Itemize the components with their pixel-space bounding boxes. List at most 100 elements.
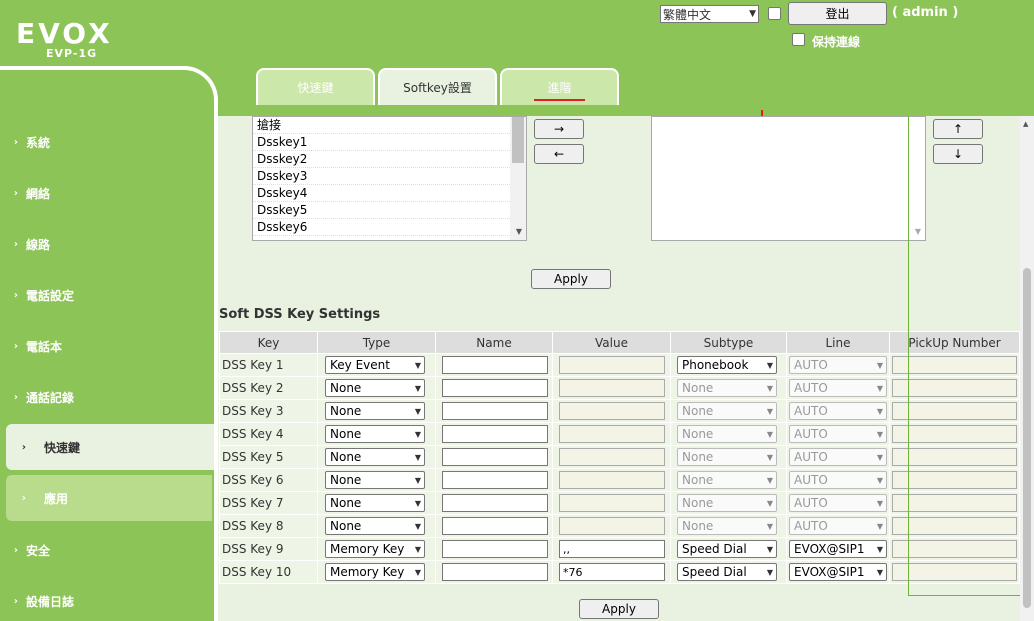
softkey-available-list[interactable]: 搶接 Dsskey1 Dsskey2 Dsskey3 Dsskey4 Dsske… (252, 116, 527, 241)
dss-apply-button[interactable]: Apply (579, 599, 659, 619)
chevron-right-icon: › (13, 340, 18, 352)
name-input[interactable] (442, 425, 548, 443)
sidebar-item-network[interactable]: › 網絡 (0, 170, 214, 216)
sidebar-item-label: 通話記錄 (26, 390, 75, 405)
scrollbar-thumb[interactable] (1023, 268, 1031, 608)
value-input[interactable]: *76 (559, 563, 665, 581)
softkey-apply-button[interactable]: Apply (531, 269, 611, 289)
sidebar-item-device-log[interactable]: › 設備日誌 (0, 578, 214, 621)
subtype-select[interactable]: None ▼ (677, 425, 777, 443)
name-input[interactable] (442, 402, 548, 420)
value-input[interactable] (559, 425, 665, 443)
chevron-down-icon: ▼ (766, 475, 773, 485)
move-left-button[interactable]: ← (534, 144, 584, 164)
name-input[interactable] (442, 356, 548, 374)
type-select[interactable]: None ▼ (325, 448, 425, 466)
name-input[interactable] (442, 517, 548, 535)
move-right-button[interactable]: → (534, 119, 584, 139)
type-select[interactable]: None ▼ (325, 517, 425, 535)
sidebar-item-phone-settings[interactable]: › 電話設定 (0, 272, 214, 318)
list-item[interactable]: Dsskey4 (253, 185, 526, 202)
type-select[interactable]: None ▼ (325, 425, 425, 443)
list-scrollbar[interactable]: ▼ (510, 117, 526, 240)
value-input[interactable] (559, 356, 665, 374)
list-item[interactable]: 搶接 (253, 117, 526, 134)
subtype-select[interactable]: None ▼ (677, 402, 777, 420)
sidebar-item-security[interactable]: › 安全 (0, 527, 214, 573)
value-input[interactable] (559, 448, 665, 466)
sidebar-item-application[interactable]: › 應用 (6, 475, 212, 521)
sidebar-item-call-log[interactable]: › 通話記錄 (0, 374, 214, 420)
line-select[interactable]: AUTO ▼ (789, 448, 887, 466)
value-input[interactable] (559, 517, 665, 535)
list-item[interactable]: Dsskey3 (253, 168, 526, 185)
page-scrollbar[interactable]: ▲ (1020, 116, 1034, 621)
line-select[interactable]: AUTO ▼ (789, 494, 887, 512)
scrollbar-thumb[interactable] (512, 117, 524, 163)
line-select[interactable]: EVOX@SIP1 ▼ (789, 563, 887, 581)
brand-name: EVOX (16, 17, 113, 50)
name-input[interactable] (442, 540, 548, 558)
value-input[interactable] (559, 402, 665, 420)
sidebar-item-label: 線路 (26, 237, 51, 252)
tab-softkey-settings[interactable]: Softkey設置 (378, 68, 497, 105)
line-select[interactable]: AUTO ▼ (789, 356, 887, 374)
name-input[interactable] (442, 563, 548, 581)
subtype-select[interactable]: None ▼ (677, 448, 777, 466)
line-select[interactable]: AUTO ▼ (789, 402, 887, 420)
header-checkbox[interactable] (768, 7, 781, 20)
table-header-row: Key Type Name Value Subtype Line PickUp … (219, 331, 1020, 354)
logout-button[interactable]: 登出 (788, 2, 887, 25)
subtype-value: None (682, 381, 714, 395)
subtype-select[interactable]: Speed Dial ▼ (677, 540, 777, 558)
chevron-down-icon: ▼ (876, 475, 883, 485)
list-item[interactable]: Dsskey1 (253, 134, 526, 151)
chevron-down-icon: ▼ (414, 521, 421, 531)
chevron-down-icon: ▼ (414, 544, 421, 554)
type-select[interactable]: Memory Key ▼ (325, 563, 425, 581)
list-item[interactable]: Dsskey5 (253, 202, 526, 219)
name-input[interactable] (442, 379, 548, 397)
sidebar-item-function-keys[interactable]: › 快速鍵 (6, 424, 214, 470)
line-select[interactable]: AUTO ▼ (789, 425, 887, 443)
type-select[interactable]: None ▼ (325, 402, 425, 420)
value-input[interactable] (559, 471, 665, 489)
type-select[interactable]: None ▼ (325, 471, 425, 489)
subtype-select[interactable]: Speed Dial ▼ (677, 563, 777, 581)
keep-connection-checkbox[interactable] (792, 33, 805, 46)
subtype-select[interactable]: None ▼ (677, 494, 777, 512)
subtype-select[interactable]: Phonebook ▼ (677, 356, 777, 374)
line-select[interactable]: AUTO ▼ (789, 517, 887, 535)
language-select[interactable]: 繁體中文 ▼ (660, 5, 759, 23)
keep-connection-label: 保持連線 (812, 35, 861, 49)
line-select[interactable]: AUTO ▼ (789, 379, 887, 397)
sidebar-item-line[interactable]: › 線路 (0, 221, 214, 267)
line-select[interactable]: AUTO ▼ (789, 471, 887, 489)
value-input[interactable] (559, 379, 665, 397)
type-select[interactable]: Memory Key ▼ (325, 540, 425, 558)
name-input[interactable] (442, 494, 548, 512)
value-input[interactable] (559, 494, 665, 512)
sidebar-item-label: 快速鍵 (44, 440, 81, 455)
softkey-selected-list[interactable]: ▼ (651, 116, 926, 241)
line-select[interactable]: EVOX@SIP1 ▼ (789, 540, 887, 558)
sidebar-item-phonebook[interactable]: › 電話本 (0, 323, 214, 369)
name-input[interactable] (442, 471, 548, 489)
type-select[interactable]: None ▼ (325, 379, 425, 397)
tab-function-keys[interactable]: 快速鍵 (256, 68, 375, 105)
chevron-down-icon: ▼ (876, 498, 883, 508)
scroll-up-icon[interactable]: ▲ (1023, 120, 1028, 128)
list-item[interactable]: Dsskey2 (253, 151, 526, 168)
name-input[interactable] (442, 448, 548, 466)
sidebar-item-system[interactable]: › 系統 (0, 119, 214, 165)
scroll-down-icon[interactable]: ▼ (516, 227, 522, 236)
subtype-select[interactable]: None ▼ (677, 379, 777, 397)
type-select[interactable]: Key Event ▼ (325, 356, 425, 374)
value-input[interactable]: ,, (559, 540, 665, 558)
tab-advanced[interactable]: 進階 (500, 68, 619, 105)
list-item[interactable]: Dsskey6 (253, 219, 526, 236)
column-header: Name (435, 331, 553, 354)
type-select[interactable]: None ▼ (325, 494, 425, 512)
subtype-select[interactable]: None ▼ (677, 517, 777, 535)
subtype-select[interactable]: None ▼ (677, 471, 777, 489)
